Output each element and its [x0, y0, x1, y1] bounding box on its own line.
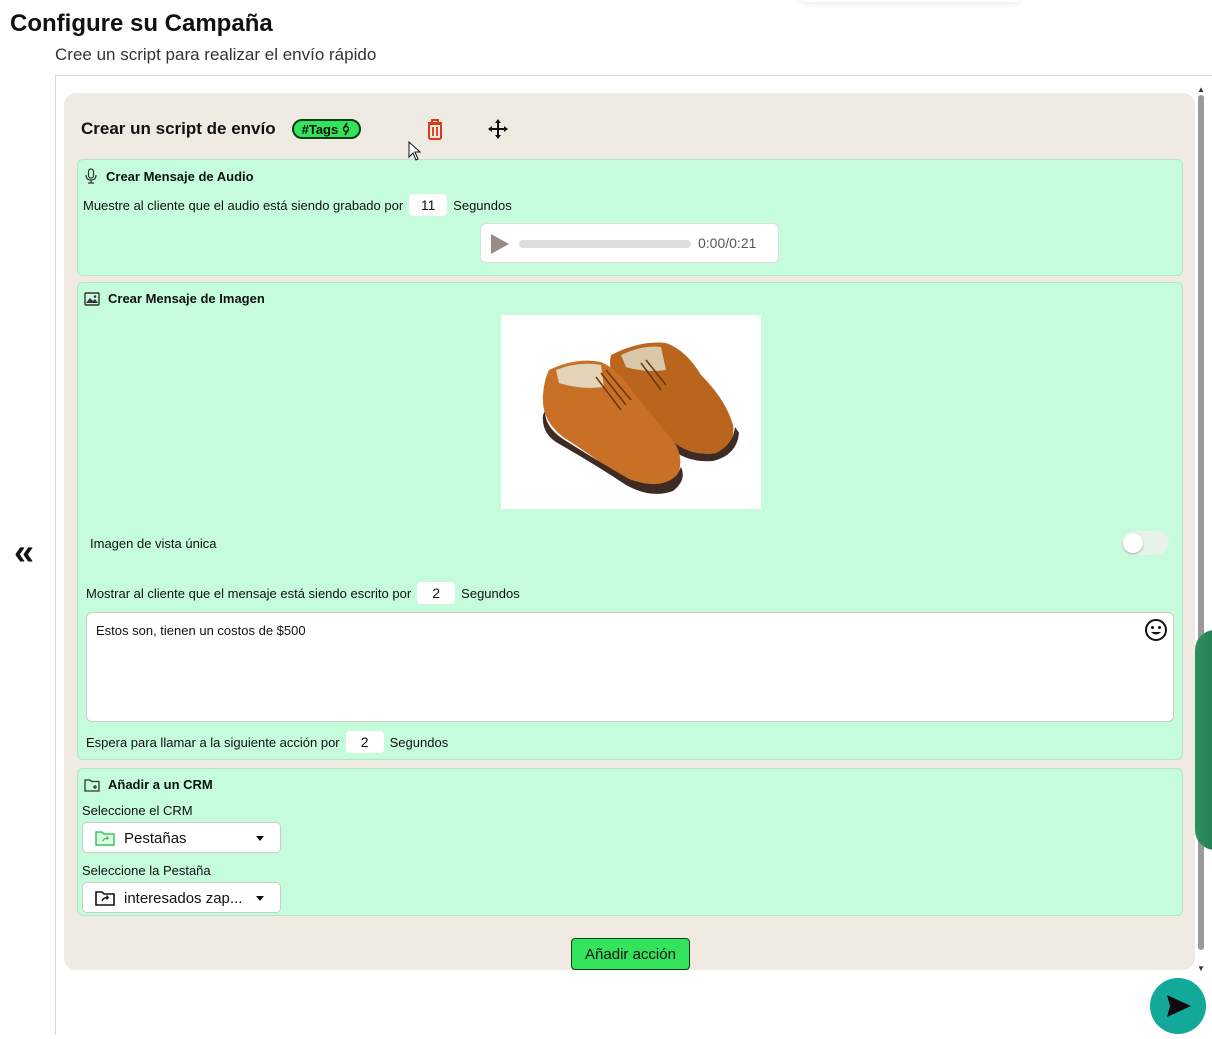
- trash-icon[interactable]: [424, 117, 446, 141]
- image-card-header: Crear Mensaje de Imagen: [84, 291, 265, 306]
- message-textarea[interactable]: Estos son, tienen un costos de $500: [86, 612, 1174, 722]
- side-decoration: [1195, 630, 1212, 850]
- move-icon[interactable]: [487, 118, 509, 140]
- audio-card: Crear Mensaje de Audio Muestre al client…: [77, 159, 1183, 276]
- image-card-title: Crear Mensaje de Imagen: [108, 291, 265, 306]
- tags-button[interactable]: #Tags: [291, 119, 362, 139]
- shoe-image: [501, 315, 761, 509]
- tab-select[interactable]: interesados zap...: [82, 882, 281, 913]
- script-title: Crear un script de envío: [81, 119, 276, 138]
- folder-shared-icon: [95, 891, 115, 906]
- crm-card: Añadir a un CRM Seleccione el CRM Pestañ…: [77, 768, 1183, 916]
- tab-select-label: Seleccione la Pestaña: [82, 863, 211, 878]
- script-panel: Crear un script de envío #Tags Crear Men…: [64, 93, 1195, 970]
- mouse-cursor-icon: [408, 141, 422, 161]
- top-shadow-decoration: [800, 0, 1020, 2]
- crm-select-value: Pestañas: [124, 830, 187, 847]
- link-icon: [343, 122, 350, 136]
- crm-select-label-row: Seleccione el CRM: [82, 803, 193, 818]
- toggle-knob: [1123, 533, 1143, 553]
- message-text: Estos son, tienen un costos de $500: [96, 623, 306, 638]
- folder-plus-icon: [84, 778, 100, 792]
- single-view-row: Imagen de vista única: [90, 536, 216, 551]
- wait-label: Espera para llamar a la siguiente acción…: [86, 734, 340, 750]
- send-icon: [1167, 995, 1191, 1017]
- audio-time: 0:00/0:21: [698, 235, 757, 251]
- tab-select-label-row: Seleccione la Pestaña: [82, 863, 211, 878]
- audio-progress-track[interactable]: [519, 240, 691, 248]
- audio-recording-seconds-input[interactable]: 11: [409, 194, 448, 216]
- crm-card-header: Añadir a un CRM: [84, 777, 213, 792]
- typing-label: Mostrar al cliente que el mensaje está s…: [86, 585, 412, 601]
- image-card: Crear Mensaje de Imagen Imagen de vista …: [77, 282, 1183, 760]
- typing-seconds-input[interactable]: 2: [417, 582, 456, 604]
- single-view-toggle[interactable]: [1121, 531, 1169, 555]
- wait-seconds-input[interactable]: 2: [345, 731, 384, 753]
- page-title: Configure su Campaña: [10, 10, 273, 37]
- typing-row: Mostrar al cliente que el mensaje está s…: [86, 582, 520, 604]
- chevron-down-icon: [256, 836, 264, 841]
- crm-select[interactable]: Pestañas: [82, 822, 281, 853]
- tab-select-value: interesados zap...: [124, 890, 243, 907]
- wait-seconds-label: Segundos: [389, 734, 449, 750]
- scroll-up-icon[interactable]: ▲: [1197, 85, 1205, 94]
- emoji-icon[interactable]: [1144, 618, 1168, 642]
- scroll-down-icon[interactable]: ▼: [1197, 964, 1205, 973]
- add-action-button[interactable]: Añadir acción: [571, 938, 690, 970]
- chevron-down-icon: [256, 896, 264, 901]
- wait-row: Espera para llamar a la siguiente acción…: [86, 731, 448, 753]
- audio-recording-label: Muestre al cliente que el audio está sie…: [83, 197, 404, 213]
- chevrons-left-icon[interactable]: «: [14, 534, 54, 573]
- microphone-icon: [85, 168, 97, 184]
- audio-seconds-label: Segundos: [453, 197, 512, 213]
- typing-seconds-label: Segundos: [461, 585, 520, 601]
- tags-label: #Tags: [301, 121, 339, 137]
- play-icon[interactable]: [491, 234, 509, 254]
- crm-card-title: Añadir a un CRM: [108, 777, 213, 792]
- audio-card-header: Crear Mensaje de Audio: [84, 168, 254, 184]
- send-button[interactable]: [1150, 978, 1206, 1034]
- page-subtitle: Cree un script para realizar el envío rá…: [55, 45, 377, 64]
- crm-select-label: Seleccione el CRM: [82, 803, 193, 818]
- folder-shared-icon: [95, 831, 115, 846]
- audio-card-title: Crear Mensaje de Audio: [106, 168, 254, 184]
- audio-recording-row: Muestre al cliente que el audio está sie…: [83, 194, 512, 216]
- single-view-label: Imagen de vista única: [90, 536, 217, 551]
- script-header: Crear un script de envío #Tags: [81, 115, 362, 143]
- audio-player: 0:00/0:21: [480, 223, 779, 263]
- image-icon: [84, 291, 100, 306]
